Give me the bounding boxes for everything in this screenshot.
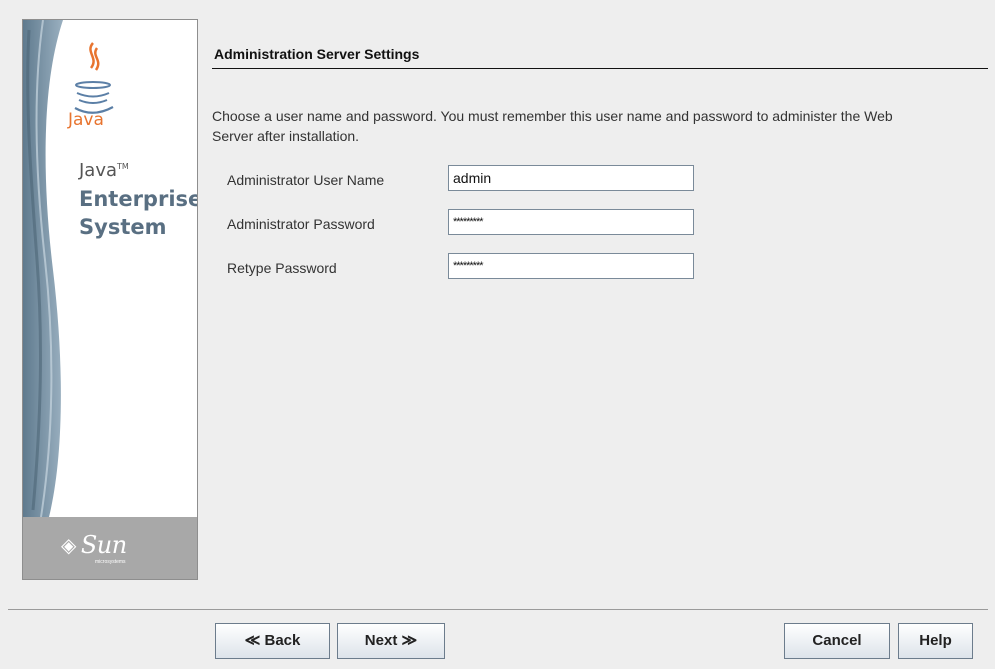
branding-panel: Java JavaTM Enterprise System ◈ Sun micr…	[22, 19, 198, 580]
installer-window: Java JavaTM Enterprise System ◈ Sun micr…	[0, 0, 995, 669]
username-label: Administrator User Name	[227, 172, 385, 188]
retype-password-label: Retype Password	[227, 260, 337, 276]
page-title: Administration Server Settings	[214, 46, 420, 62]
button-bar-divider	[8, 609, 988, 610]
sun-diamond-icon: ◈	[61, 534, 77, 557]
sun-logo: ◈ Sun microsystems	[61, 531, 127, 565]
help-button[interactable]: Help	[898, 623, 973, 659]
username-input[interactable]	[448, 165, 694, 191]
product-name-enterprise: Enterprise	[79, 187, 198, 211]
next-button[interactable]: Next ≫	[337, 623, 445, 659]
java-wordmark: Java	[68, 110, 104, 130]
product-name-java: JavaTM	[79, 160, 129, 181]
password-label: Administrator Password	[227, 216, 375, 232]
password-input[interactable]	[448, 209, 694, 235]
title-divider	[212, 68, 988, 69]
product-name-system: System	[79, 215, 167, 239]
instructions-text: Choose a user name and password. You mus…	[212, 108, 893, 144]
retype-password-input[interactable]	[448, 253, 694, 279]
sun-logo-strip: ◈ Sun microsystems	[23, 517, 197, 579]
cancel-button[interactable]: Cancel	[784, 623, 890, 659]
back-button[interactable]: ≪ Back	[215, 623, 330, 659]
